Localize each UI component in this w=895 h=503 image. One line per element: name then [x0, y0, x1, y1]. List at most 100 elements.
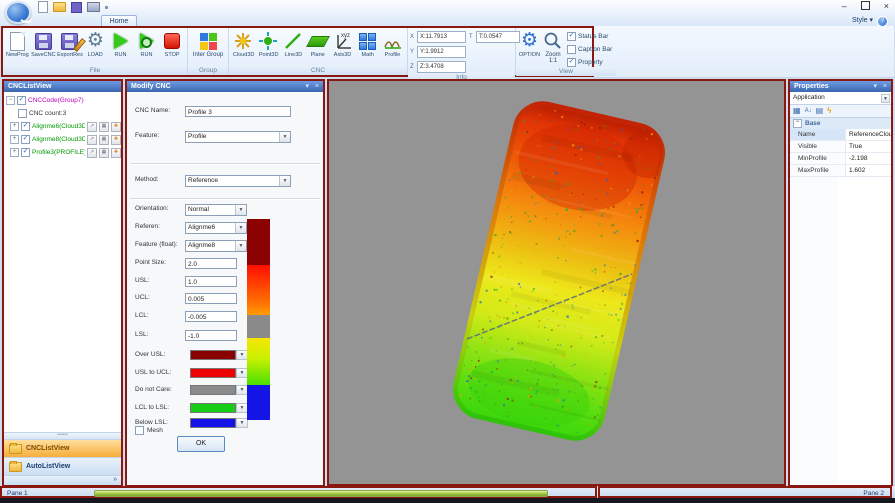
application-selector[interactable]: Application▼ [790, 92, 891, 105]
run-button[interactable]: RUN [108, 29, 134, 59]
option-button[interactable]: ⚙OPTION [518, 29, 541, 59]
line3d-button[interactable]: Line3D [281, 29, 306, 59]
expander-icon[interactable]: + [10, 148, 19, 157]
pin-icon[interactable]: ▾ [305, 81, 309, 92]
load-button[interactable]: ⚙LOAD [83, 29, 109, 59]
feature-float-select[interactable]: Alignme8▼ [185, 240, 247, 252]
run-circle-button[interactable]: RUN [134, 29, 160, 59]
lightning-icon[interactable]: ϟ [827, 106, 831, 116]
below-lsl-swatch[interactable] [190, 418, 236, 428]
lcl-input[interactable]: -0.005 [185, 311, 237, 322]
3d-viewport[interactable] [327, 79, 786, 486]
lcl-lsl-swatch[interactable] [190, 403, 236, 413]
app-menu-orb[interactable] [5, 1, 31, 24]
add-icon[interactable]: ✚ [111, 122, 121, 132]
close-button[interactable]: × [884, 1, 889, 11]
y-coordinate-field[interactable]: Y:1.9912 [417, 46, 466, 58]
add-icon[interactable]: ✚ [111, 148, 121, 158]
open-folder-icon[interactable] [53, 2, 66, 12]
orientation-select[interactable]: Normal▼ [185, 204, 247, 216]
collapse-icon[interactable]: − [793, 119, 802, 128]
over-usl-swatch[interactable] [190, 350, 236, 360]
usl-ucl-swatch[interactable] [190, 368, 236, 378]
x-axis-label: X [410, 34, 415, 40]
restore-button[interactable] [861, 1, 870, 10]
nav-overflow-chevron[interactable]: » [4, 475, 121, 485]
tree-item-alignme6[interactable]: + Alignme6(Cloud3D) ↗▦✚ [4, 120, 121, 133]
stop-button[interactable]: STOP [159, 29, 185, 59]
expander-icon[interactable]: + [10, 122, 19, 131]
grid-icon[interactable]: ▦ [99, 148, 109, 158]
t-coordinate-field[interactable]: T:0.0547 [476, 31, 520, 43]
style-selector[interactable]: Style ▾ [852, 16, 873, 26]
math-button[interactable]: Math [355, 29, 380, 59]
property-checkbox[interactable]: Property [567, 58, 612, 67]
exportres-button[interactable]: ExportRes [57, 29, 83, 59]
checkbox-icon[interactable] [17, 96, 26, 105]
add-icon[interactable]: ✚ [111, 135, 121, 145]
plane-button[interactable]: Plane [306, 29, 331, 59]
z-coordinate-field[interactable]: Z:3.4708 [417, 61, 466, 73]
checkbox-icon[interactable] [21, 122, 30, 131]
close-icon[interactable]: × [315, 81, 319, 92]
close-icon[interactable]: × [883, 81, 887, 92]
nav-splitter[interactable]: •••••• [4, 432, 121, 439]
point-size-input[interactable]: 2.0 [185, 258, 237, 269]
qat-dropdown-icon[interactable] [105, 6, 108, 9]
grid-icon[interactable]: ▦ [99, 122, 109, 132]
new-document-icon[interactable] [38, 1, 48, 13]
nav-cnclistview[interactable]: CNCListView [4, 439, 121, 457]
reference-select[interactable]: Alignme6▼ [185, 222, 247, 234]
edit-icon[interactable]: ↗ [87, 135, 97, 145]
checkbox-icon[interactable] [18, 109, 27, 118]
edit-icon[interactable]: ↗ [87, 148, 97, 158]
ucl-input[interactable]: 0.005 [185, 293, 237, 304]
cnc-name-input[interactable]: Profile 3 [185, 106, 291, 117]
captionbar-checkbox[interactable]: Caption Bar [567, 45, 612, 54]
phone-point-cloud[interactable] [450, 98, 694, 450]
checkbox-icon[interactable] [21, 135, 30, 144]
print-icon[interactable] [87, 2, 100, 12]
prop-row-minprofile[interactable]: MinProfile-2.198 [790, 153, 891, 165]
method-select[interactable]: Reference▼ [185, 175, 291, 187]
nav-autolistview[interactable]: AutoListView [4, 457, 121, 475]
newprog-button[interactable]: NewProg [5, 29, 31, 59]
checkbox-icon [567, 45, 576, 54]
intergroup-button[interactable]: Inter Group [190, 29, 226, 58]
prop-row-name[interactable]: NameReferenceCloud [790, 129, 891, 141]
lsl-input[interactable]: -1.0 [185, 330, 237, 341]
edit-icon[interactable]: ↗ [87, 122, 97, 132]
expander-icon[interactable]: − [6, 96, 15, 105]
mesh-checkbox[interactable]: Mesh [135, 426, 163, 435]
pin-icon[interactable]: ▾ [873, 81, 877, 92]
profile-button[interactable]: Profile [380, 29, 405, 59]
statusbar-checkbox[interactable]: Status Bar [567, 32, 612, 41]
ok-button[interactable]: OK [177, 436, 225, 452]
save-icon[interactable] [71, 2, 82, 13]
tree-item-cnccode[interactable]: − CNCCode(Group7) [4, 94, 121, 107]
grid-icon[interactable]: ▦ [99, 135, 109, 145]
usl-input[interactable]: 1.0 [185, 276, 237, 287]
feature-select[interactable]: Profile▼ [185, 131, 291, 143]
categorized-icon[interactable]: ▦ [793, 106, 801, 116]
tree-item-cnccount[interactable]: CNC count:3 [4, 107, 121, 120]
magnifier-icon [542, 30, 564, 52]
do-not-care-swatch[interactable] [190, 385, 236, 395]
x-coordinate-field[interactable]: X:11.7913 [417, 31, 466, 43]
savecnc-button[interactable]: SaveCNC [31, 29, 57, 59]
zoom-button[interactable]: Zoom 1:1 [541, 29, 565, 64]
prop-row-visible[interactable]: VisibleTrue [790, 141, 891, 153]
tree-item-profile3[interactable]: + Profile3(PROFILE) ↗▦✚ [4, 146, 121, 159]
cloud3d-button[interactable]: Cloud3D [231, 29, 256, 59]
minimize-button[interactable]: – [842, 1, 847, 11]
point3d-button[interactable]: Point3D [256, 29, 281, 59]
axis3d-button[interactable]: xyz Axis3D [330, 29, 355, 59]
window-controls: – × [842, 0, 889, 11]
property-pages-icon[interactable]: ▤ [816, 106, 824, 116]
sort-az-icon[interactable]: A↓ [805, 106, 812, 116]
tree-item-alignme8[interactable]: + Alignme8(Cloud3D) ↗▦✚ [4, 133, 121, 146]
checkbox-icon[interactable] [21, 148, 30, 157]
expander-icon[interactable]: + [10, 135, 19, 144]
prop-row-maxprofile[interactable]: MaxProfile1.602 [790, 165, 891, 177]
category-base[interactable]: −Base [790, 118, 891, 129]
